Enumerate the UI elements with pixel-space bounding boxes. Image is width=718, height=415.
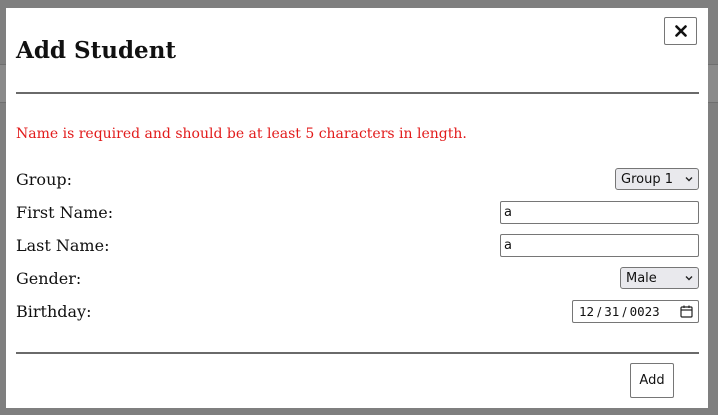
- gender-label: Gender:: [16, 269, 82, 288]
- birthday-month[interactable]: 12: [579, 304, 594, 319]
- dialog-title: Add Student: [16, 37, 177, 64]
- close-button[interactable]: [664, 17, 697, 45]
- calendar-icon[interactable]: [680, 305, 693, 318]
- footer-divider: [16, 352, 699, 354]
- validation-error-message: Name is required and should be at least …: [16, 126, 467, 142]
- close-icon: [674, 25, 687, 37]
- date-separator: /: [597, 304, 602, 319]
- first-name-label: First Name:: [16, 203, 114, 222]
- date-separator: /: [622, 304, 627, 319]
- add-student-dialog: Add Student Name is required and should …: [6, 8, 708, 408]
- birthday-year[interactable]: 0023: [630, 304, 660, 319]
- last-name-input[interactable]: [500, 234, 699, 257]
- header-divider: [16, 92, 699, 94]
- group-select[interactable]: Group 1: [615, 168, 699, 190]
- birthday-label: Birthday:: [16, 302, 92, 321]
- group-label: Group:: [16, 170, 72, 189]
- chevron-down-icon: [685, 276, 693, 281]
- birthday-date-input[interactable]: 12 / 31 / 0023: [572, 300, 699, 323]
- add-button[interactable]: Add: [630, 363, 674, 398]
- birthday-day[interactable]: 31: [604, 304, 619, 319]
- gender-select[interactable]: Male: [620, 267, 699, 289]
- last-name-label: Last Name:: [16, 236, 110, 255]
- gender-select-value: Male: [626, 270, 657, 286]
- first-name-input[interactable]: [500, 201, 699, 224]
- group-select-value: Group 1: [621, 171, 673, 187]
- chevron-down-icon: [685, 177, 693, 182]
